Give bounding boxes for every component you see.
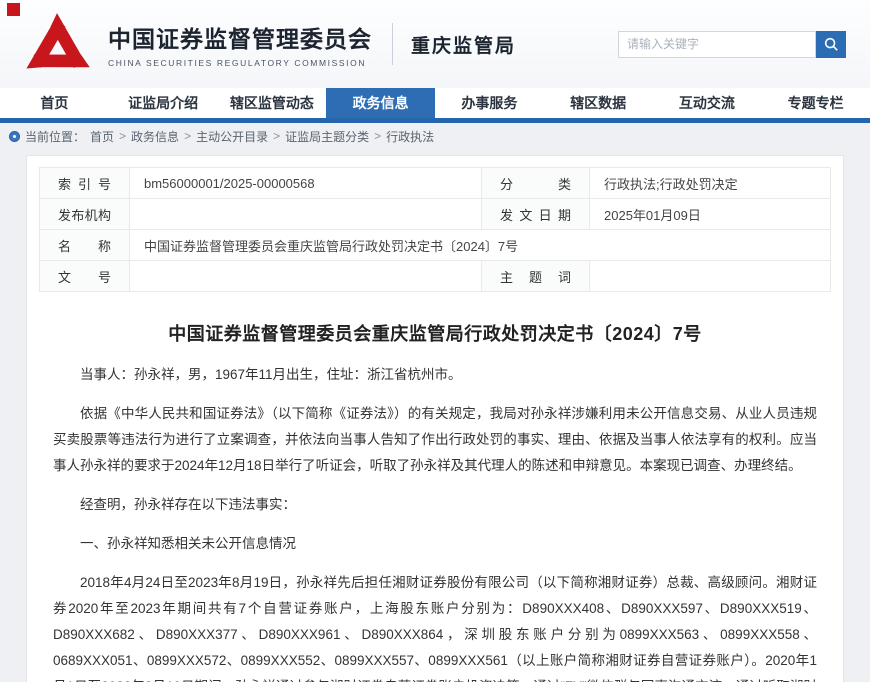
corner-red-mark <box>7 3 20 16</box>
meta-label-category: 分 类 <box>482 168 590 199</box>
meta-row-docno-subject: 文 号 主 题 词 <box>40 261 831 292</box>
nav-item-home[interactable]: 首页 <box>0 88 109 118</box>
breadcrumb-prefix: 当前位置： <box>25 128 85 145</box>
meta-value-issuing-agency <box>130 199 482 230</box>
penalty-decision-document: 中国证券监督管理委员会重庆监管局行政处罚决定书〔2024〕7号 当事人：孙永祥，… <box>39 320 831 682</box>
nav-item-government-info[interactable]: 政务信息 <box>326 88 435 118</box>
meta-value-document-number <box>130 261 482 292</box>
breadcrumb: 当前位置： 首页 > 政务信息 > 主动公开目录 > 证监局主题分类 > 行政执… <box>0 123 870 149</box>
meta-value-category: 行政执法;行政处罚决定 <box>590 168 831 199</box>
paragraph-party-info: 当事人：孙永祥，男，1967年11月出生，住址：浙江省杭州市。 <box>53 362 817 388</box>
site-header: 中国证券监督管理委员会 CHINA SECURITIES REGULATORY … <box>0 0 870 88</box>
document-meta-table: 索 引 号 bm56000001/2025-00000568 分 类 行政执法;… <box>39 167 831 292</box>
meta-label-document-number: 文 号 <box>40 261 130 292</box>
breadcrumb-separator: > <box>184 129 191 143</box>
nav-item-services[interactable]: 办事服务 <box>435 88 544 118</box>
breadcrumb-separator: > <box>273 129 280 143</box>
header-divider <box>392 23 393 65</box>
meta-row-index-category: 索 引 号 bm56000001/2025-00000568 分 类 行政执法;… <box>40 168 831 199</box>
breadcrumb-item-disclosure-catalog[interactable]: 主动公开目录 <box>196 128 268 145</box>
content-card: 索 引 号 bm56000001/2025-00000568 分 类 行政执法;… <box>26 155 844 682</box>
nav-item-interaction[interactable]: 互动交流 <box>653 88 762 118</box>
paragraph-legal-basis: 依据《中华人民共和国证券法》（以下简称《证券法》）的有关规定，我局对孙永祥涉嫌利… <box>53 401 817 479</box>
meta-label-issue-date: 发文日期 <box>482 199 590 230</box>
meta-row-name: 名 称 中国证券监督管理委员会重庆监管局行政处罚决定书〔2024〕7号 <box>40 230 831 261</box>
meta-row-issuer-date: 发布机构 发文日期 2025年01月09日 <box>40 199 831 230</box>
meta-value-subject-words <box>590 261 831 292</box>
search-button[interactable] <box>816 31 846 58</box>
nav-item-regional-supervision[interactable]: 辖区监管动态 <box>218 88 327 118</box>
location-pin-icon <box>9 131 20 142</box>
meta-value-issue-date: 2025年01月09日 <box>590 199 831 230</box>
bureau-name: 重庆监管局 <box>411 31 516 58</box>
meta-value-name: 中国证券监督管理委员会重庆监管局行政处罚决定书〔2024〕7号 <box>130 230 831 261</box>
meta-label-issuing-agency: 发布机构 <box>40 199 130 230</box>
nav-item-regional-data[interactable]: 辖区数据 <box>544 88 653 118</box>
paragraph-account-details: 2018年4月24日至2023年8月19日，孙永祥先后担任湘财证券股份有限公司（… <box>53 570 817 682</box>
breadcrumb-item-home[interactable]: 首页 <box>90 128 114 145</box>
org-name-en: CHINA SECURITIES REGULATORY COMMISSION <box>108 58 372 68</box>
meta-label-index-number: 索 引 号 <box>40 168 130 199</box>
search-input[interactable] <box>618 31 816 58</box>
breadcrumb-item-administrative-enforcement[interactable]: 行政执法 <box>386 128 434 145</box>
search-area <box>618 31 846 58</box>
main-nav: 首页 证监局介绍 辖区监管动态 政务信息 办事服务 辖区数据 互动交流 专题专栏 <box>0 88 870 123</box>
nav-item-special-topics[interactable]: 专题专栏 <box>761 88 870 118</box>
meta-label-name: 名 称 <box>40 230 130 261</box>
org-name-block: 中国证券监督管理委员会 CHINA SECURITIES REGULATORY … <box>108 20 372 68</box>
breadcrumb-item-government-info[interactable]: 政务信息 <box>131 128 179 145</box>
meta-label-subject-words: 主 题 词 <box>482 261 590 292</box>
search-icon <box>823 36 839 52</box>
meta-value-index-number: bm56000001/2025-00000568 <box>130 168 482 199</box>
document-title: 中国证券监督管理委员会重庆监管局行政处罚决定书〔2024〕7号 <box>53 320 817 346</box>
org-name-cn: 中国证券监督管理委员会 <box>108 20 372 54</box>
paragraph-findings-intro: 经查明，孙永祥存在以下违法事实： <box>53 492 817 518</box>
breadcrumb-separator: > <box>119 129 126 143</box>
nav-item-bureau-intro[interactable]: 证监局介绍 <box>109 88 218 118</box>
csrc-logo-icon <box>16 8 98 84</box>
breadcrumb-separator: > <box>374 129 381 143</box>
breadcrumb-item-topic-category[interactable]: 证监局主题分类 <box>285 128 369 145</box>
section-heading-one: 一、孙永祥知悉相关未公开信息情况 <box>53 531 817 557</box>
